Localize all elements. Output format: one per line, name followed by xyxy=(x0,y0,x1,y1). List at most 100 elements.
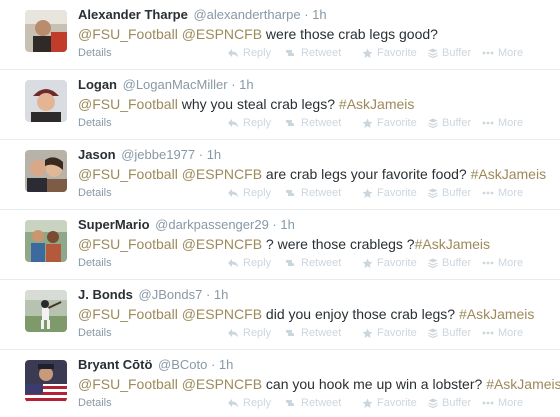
tweet-timestamp[interactable]: 1h xyxy=(280,217,294,232)
favorite-button[interactable]: Favorite xyxy=(362,256,417,270)
tweet-timestamp[interactable]: 1h xyxy=(214,287,228,302)
mention-link[interactable]: @FSU_Football xyxy=(78,306,178,322)
tweet-item: SuperMario @darkpassenger29 · 1h @FSU_Fo… xyxy=(0,210,560,280)
tweet-timestamp[interactable]: 1h xyxy=(312,7,326,22)
author-name[interactable]: Alexander Tharpe xyxy=(78,7,188,22)
author-handle[interactable]: @JBonds7 xyxy=(139,287,203,302)
buffer-label: Buffer xyxy=(442,117,472,129)
buffer-button[interactable]: Buffer xyxy=(428,396,471,410)
reply-button[interactable]: Reply xyxy=(227,186,271,200)
tweet-text: @FSU_Football @ESPNCFB can you hook me u… xyxy=(78,374,560,394)
retweet-button[interactable]: Retweet xyxy=(283,326,341,340)
mention-link[interactable]: @ESPNCFB xyxy=(182,166,262,182)
favorite-button[interactable]: Favorite xyxy=(362,396,417,410)
reply-icon xyxy=(227,118,239,128)
hashtag-link[interactable]: #AskJameis xyxy=(471,166,546,182)
buffer-label: Buffer xyxy=(442,187,472,199)
author-name[interactable]: Bryant Cōtö xyxy=(78,357,152,372)
retweet-button[interactable]: Retweet xyxy=(283,116,341,130)
mention-link[interactable]: @FSU_Football xyxy=(78,376,178,392)
hashtag-link[interactable]: #AskJameis xyxy=(459,306,534,322)
separator-dot: · xyxy=(227,77,240,92)
buffer-button[interactable]: Buffer xyxy=(428,46,471,60)
details-link[interactable]: Details xyxy=(78,326,112,340)
author-handle[interactable]: @darkpassenger29 xyxy=(155,217,269,232)
author-name[interactable]: Logan xyxy=(78,77,117,92)
more-button[interactable]: More xyxy=(482,396,523,410)
hashtag-link[interactable]: #AskJameis xyxy=(339,96,414,112)
more-button[interactable]: More xyxy=(482,326,523,340)
reply-icon xyxy=(227,48,239,58)
author-handle[interactable]: @BCoto xyxy=(158,357,207,372)
more-dots-icon xyxy=(482,121,494,125)
more-label: More xyxy=(498,187,524,199)
mention-link[interactable]: @ESPNCFB xyxy=(182,376,262,392)
avatar[interactable] xyxy=(25,360,67,402)
reply-label: Reply xyxy=(243,257,272,269)
author-name[interactable]: SuperMario xyxy=(78,217,150,232)
buffer-button[interactable]: Buffer xyxy=(428,326,471,340)
favorite-button[interactable]: Favorite xyxy=(362,326,417,340)
author-name[interactable]: J. Bonds xyxy=(78,287,133,302)
more-label: More xyxy=(498,47,524,59)
buffer-button[interactable]: Buffer xyxy=(428,116,471,130)
more-button[interactable]: More xyxy=(482,186,523,200)
favorite-label: Favorite xyxy=(377,187,417,199)
tweet-timestamp[interactable]: 1h xyxy=(219,357,233,372)
more-button[interactable]: More xyxy=(482,256,523,270)
reply-button[interactable]: Reply xyxy=(227,256,271,270)
tweet-timestamp[interactable]: 1h xyxy=(239,77,253,92)
mention-link[interactable]: @FSU_Football xyxy=(78,236,178,252)
retweet-button[interactable]: Retweet xyxy=(283,396,341,410)
avatar[interactable] xyxy=(25,220,67,262)
more-button[interactable]: More xyxy=(482,46,523,60)
reply-label: Reply xyxy=(243,117,272,129)
author-handle[interactable]: @LoganMacMiller xyxy=(123,77,228,92)
mention-link[interactable]: @FSU_Football xyxy=(78,166,178,182)
avatar[interactable] xyxy=(25,150,67,192)
mention-link[interactable]: @ESPNCFB xyxy=(182,306,262,322)
retweet-icon xyxy=(283,328,297,338)
buffer-icon xyxy=(428,48,438,59)
favorite-button[interactable]: Favorite xyxy=(362,186,417,200)
reply-button[interactable]: Reply xyxy=(227,396,271,410)
avatar[interactable] xyxy=(25,10,67,52)
more-button[interactable]: More xyxy=(482,116,523,130)
details-link[interactable]: Details xyxy=(78,396,112,410)
avatar[interactable] xyxy=(25,80,67,122)
buffer-icon xyxy=(428,258,438,269)
retweet-icon xyxy=(283,48,297,58)
tweet-item: Jason @jebbe1977 · 1h @FSU_Football @ESP… xyxy=(0,140,560,210)
mention-link[interactable]: @FSU_Football xyxy=(78,96,178,112)
details-link[interactable]: Details xyxy=(78,256,112,270)
favorite-button[interactable]: Favorite xyxy=(362,46,417,60)
reply-button[interactable]: Reply xyxy=(227,46,271,60)
hashtag-link[interactable]: #AskJameis xyxy=(415,236,490,252)
author-handle[interactable]: @jebbe1977 xyxy=(121,147,195,162)
favorite-label: Favorite xyxy=(377,397,417,409)
buffer-button[interactable]: Buffer xyxy=(428,186,471,200)
retweet-label: Retweet xyxy=(301,327,342,339)
details-link[interactable]: Details xyxy=(78,46,112,60)
reply-button[interactable]: Reply xyxy=(227,326,271,340)
buffer-button[interactable]: Buffer xyxy=(428,256,471,270)
reply-icon xyxy=(227,258,239,268)
tweet-timestamp[interactable]: 1h xyxy=(207,147,221,162)
retweet-button[interactable]: Retweet xyxy=(283,46,341,60)
more-dots-icon xyxy=(482,331,494,335)
retweet-icon xyxy=(283,258,297,268)
mention-link[interactable]: @FSU_Football xyxy=(78,26,178,42)
retweet-button[interactable]: Retweet xyxy=(283,186,341,200)
tweet-text: @FSU_Football @ESPNCFB were those crab l… xyxy=(78,24,438,44)
mention-link[interactable]: @ESPNCFB xyxy=(182,26,262,42)
favorite-button[interactable]: Favorite xyxy=(362,116,417,130)
avatar[interactable] xyxy=(25,290,67,332)
details-link[interactable]: Details xyxy=(78,186,112,200)
hashtag-link[interactable]: #AskJameis xyxy=(486,376,560,392)
author-handle[interactable]: @alexandertharpe xyxy=(193,7,300,22)
author-name[interactable]: Jason xyxy=(78,147,116,162)
retweet-button[interactable]: Retweet xyxy=(283,256,341,270)
reply-button[interactable]: Reply xyxy=(227,116,271,130)
details-link[interactable]: Details xyxy=(78,116,112,130)
mention-link[interactable]: @ESPNCFB xyxy=(182,236,262,252)
